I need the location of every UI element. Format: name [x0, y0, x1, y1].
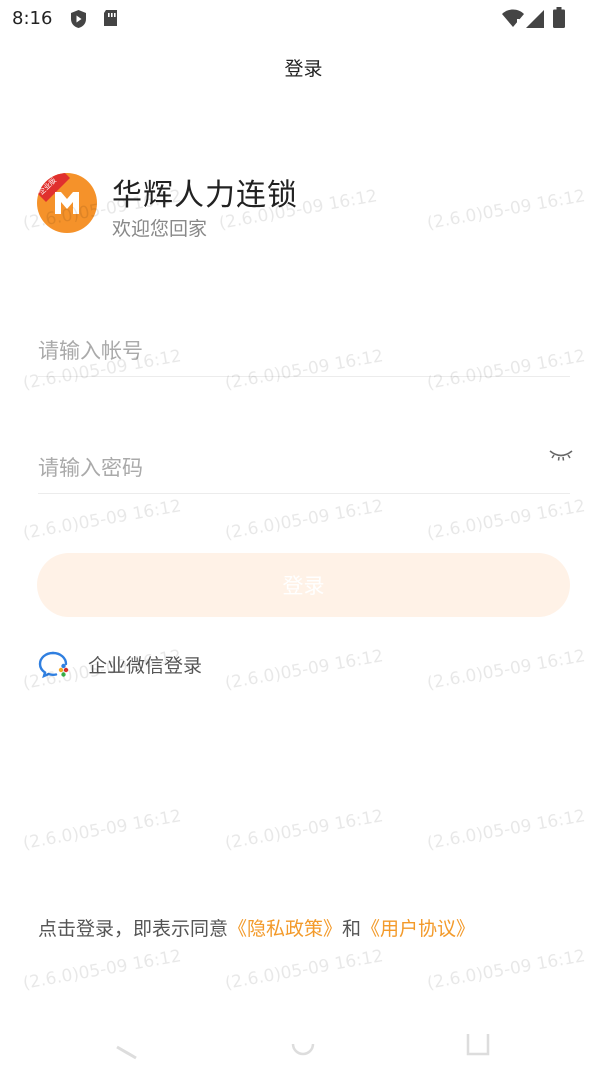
- status-bar: 8:16: [0, 0, 607, 38]
- shield-icon: [71, 10, 86, 28]
- wecom-icon: [38, 651, 69, 679]
- eye-closed-icon[interactable]: [548, 444, 574, 464]
- sim-card-icon: [104, 10, 117, 26]
- brand-block: 企业版 华辉人力连锁 欢迎您回家: [36, 172, 576, 242]
- password-input[interactable]: [38, 443, 570, 494]
- recents-nav-icon[interactable]: [462, 1030, 492, 1060]
- watermark-text: (2.6.0)05-09 16:12: [223, 496, 385, 544]
- watermark-text: (2.6.0)05-09 16:12: [425, 496, 587, 544]
- watermark-text: (2.6.0)05-09 16:12: [425, 646, 587, 694]
- login-button[interactable]: 登录: [37, 553, 570, 617]
- watermark-text: (2.6.0)05-09 16:12: [21, 806, 183, 854]
- app-logo: 企业版: [37, 173, 97, 233]
- back-nav-icon[interactable]: [110, 1032, 140, 1062]
- app-name: 华辉人力连锁: [112, 178, 298, 213]
- account-input[interactable]: [38, 326, 570, 377]
- home-nav-icon[interactable]: [288, 1032, 318, 1062]
- signal-icon: [526, 10, 544, 28]
- wifi-icon: [502, 9, 524, 27]
- watermark-text: (2.6.0)05-09 16:12: [21, 946, 183, 994]
- battery-icon: [553, 7, 565, 28]
- watermark-text: (2.6.0)05-09 16:12: [223, 806, 385, 854]
- watermark-text: (2.6.0)05-09 16:12: [425, 806, 587, 854]
- agreement-prefix: 点击登录，即表示同意: [38, 918, 229, 940]
- agreement-conjunction: 和: [342, 918, 362, 940]
- page-title: 登录: [284, 58, 323, 80]
- watermark-text: (2.6.0)05-09 16:12: [21, 496, 183, 544]
- watermark-text: (2.6.0)05-09 16:12: [223, 946, 385, 994]
- user-agreement-link[interactable]: 《用户协议》: [361, 918, 475, 940]
- status-time: 8:16: [12, 8, 53, 29]
- wecom-login-label: 企业微信登录: [88, 655, 203, 677]
- agreement-text: 点击登录，即表示同意《隐私政策》和《用户协议》: [38, 914, 475, 941]
- welcome-text: 欢迎您回家: [112, 218, 208, 240]
- watermark-text: (2.6.0)05-09 16:12: [223, 646, 385, 694]
- watermark-text: (2.6.0)05-09 16:12: [425, 946, 587, 994]
- navigation-bar: [0, 1030, 607, 1070]
- privacy-policy-link[interactable]: 《隐私政策》: [228, 918, 342, 940]
